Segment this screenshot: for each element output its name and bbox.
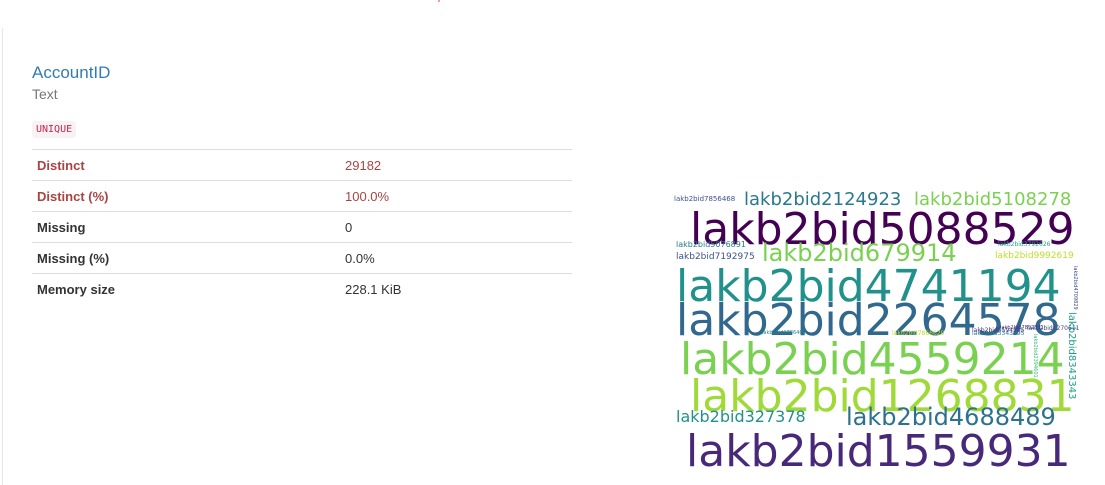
word-cloud-term: lakb2bid4709829 [1072,266,1078,310]
stats-row: Missing (%) 0.0% [32,242,572,274]
variable-stats-table: Distinct 29182 Distinct (%) 100.0% Missing 0 M… [32,149,572,304]
word-cloud-term: lakb2bid7866629 [892,330,945,337]
stats-label: Distinct (%) [32,180,340,212]
stats-value: 0 [340,211,572,243]
stats-value: 0.0% [340,242,572,274]
stats-value: 228.1 KiB [340,273,572,304]
stats-value: 29182 [340,149,572,181]
word-cloud-term: lakb2bid327378 [676,407,806,426]
word-cloud-term: lakb2bid5076891 [676,240,746,249]
stats-value: 100.0% [340,180,572,212]
stats-row: Distinct 29182 [32,149,572,181]
stats-label: Distinct [32,149,340,181]
panel-border [2,28,3,485]
stats-label: Memory size [32,273,340,304]
word-cloud-term: lakb2bid5108278 [914,189,1072,210]
stats-row: Missing 0 [32,211,572,243]
word-cloud-term: lakb2bid2124923 [744,189,902,210]
top-marker [438,0,440,2]
unique-badge: UNIQUE [32,121,77,138]
word-cloud-term: lakb2bid1786409 [762,330,806,336]
word-cloud-term: lakb2bid3792626 [998,241,1051,248]
stats-label: Missing (%) [32,242,340,274]
word-cloud-term: lakb2bid7856468 [674,195,736,203]
stats-row: Memory size 228.1 KiB [32,273,572,304]
stats-label: Missing [32,211,340,243]
word-cloud-term: lakb2bid6594595 [972,327,1025,334]
word-cloud: lakb2bid5088529 lakb2bid2124923 lakb2bid51… [672,186,1082,471]
word-cloud-term: lakb2bid2394601 [1032,334,1038,378]
stats-row: Distinct (%) 100.0% [32,180,572,212]
variable-name-link[interactable]: AccountID [32,63,110,83]
word-cloud-term: lakb2bid1559931 [686,426,1071,471]
variable-type: Text [32,86,58,102]
word-cloud-term: lakb2bid9992619 [995,251,1074,261]
